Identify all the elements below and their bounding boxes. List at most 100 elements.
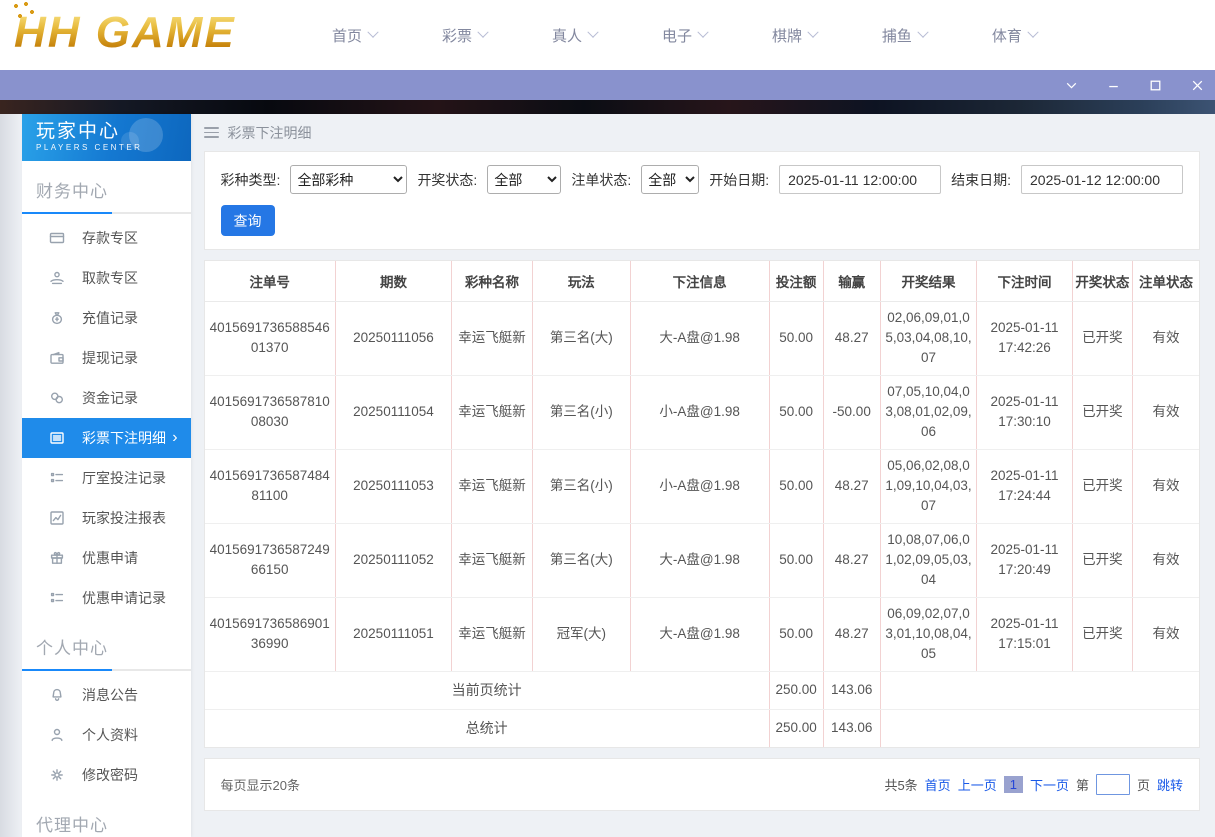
sidebar-item[interactable]: 优惠申请记录 [22, 578, 191, 618]
sidebar-sections: 财务中心存款专区取款专区 充值记录 提现记录资金记录彩票下注明细 › 厅室投注记录 玩家投… [22, 161, 191, 837]
maximize-button[interactable] [1147, 77, 1163, 93]
table-cell: 大-A盘@1.98 [630, 523, 770, 598]
table-cell: 2025-01-11 17:30:10 [976, 375, 1073, 450]
chevron-down-icon [917, 26, 929, 38]
sidebar-item-label: 存款专区 [82, 230, 138, 246]
page-title: 彩票下注明细 [227, 124, 312, 141]
table-cell: 幸运飞艇新 [451, 597, 534, 672]
table-cell: 大-A盘@1.98 [630, 301, 770, 376]
sidebar-subtitle: PLAYERS CENTER [36, 143, 143, 152]
nav-item-3[interactable]: 电子 [662, 25, 709, 46]
summary-winloss: 143.06 [823, 709, 881, 747]
sidebar-item[interactable]: 存款专区 [22, 218, 191, 258]
draw-status-select[interactable]: 全部 [487, 165, 562, 194]
sidebar-item[interactable]: 玩家投注报表 [22, 498, 191, 538]
sidebar-item-label: 资金记录 [82, 390, 138, 406]
sidebar-item[interactable]: 修改密码 [22, 755, 191, 795]
nav-item-5[interactable]: 捕鱼 [881, 25, 929, 46]
table-cell: 已开奖 [1072, 597, 1133, 672]
table-cell: 有效 [1132, 523, 1199, 598]
sidebar-item[interactable]: 个人资料 [22, 715, 191, 755]
sidebar-item[interactable]: 消息公告 [22, 675, 191, 715]
table-cell: 幸运飞艇新 [451, 449, 534, 524]
jump-link[interactable]: 跳转 [1157, 775, 1183, 794]
table-cell: 20250111052 [335, 523, 453, 598]
table-cell: 48.27 [823, 449, 881, 524]
sidebar-section-title: 财务中心 [36, 182, 108, 201]
table-cell: 已开奖 [1072, 523, 1133, 598]
table-header-row: 注单号 期数 彩种名称 玩法 下注信息 投注额 输赢 开奖结果 下注时间 开奖状态 注单状态 [204, 261, 1199, 302]
first-page-link[interactable]: 首页 [925, 775, 951, 794]
chevron-down-icon [1027, 26, 1039, 38]
table-cell: 已开奖 [1072, 449, 1133, 524]
chevron-right-icon: › [172, 429, 178, 446]
table-cell: 2025-01-11 17:20:49 [976, 523, 1073, 598]
order-status-label: 注单状态: [571, 171, 632, 188]
prev-page-link[interactable]: 上一页 [958, 775, 997, 794]
table-cell: 50.00 [769, 449, 824, 524]
total-count-label: 共5条 [884, 778, 918, 793]
table-cell: 401569173658854601370 [204, 301, 336, 376]
nav-item-label: 捕鱼 [881, 27, 912, 45]
search-button[interactable]: 查询 [220, 205, 275, 236]
nav-item-4[interactable]: 棋牌 [772, 25, 819, 46]
table-cell: 07,05,10,04,03,08,01,02,09,06 [880, 375, 978, 450]
summary-row: 总统计 250.00 143.06 [204, 709, 1199, 747]
table-cell: 48.27 [823, 597, 881, 672]
lottery-type-select[interactable]: 全部彩种 [290, 165, 408, 194]
jump-prefix-label: 第 [1075, 778, 1089, 793]
sidebar-item[interactable]: 资金记录 [22, 378, 191, 418]
gear-icon [49, 767, 65, 783]
table-cell: 50.00 [769, 301, 824, 376]
table-cell: 48.27 [823, 523, 881, 598]
start-date-input[interactable] [779, 165, 942, 194]
pager: 共5条 首页 上一页 1 下一页 第 页 跳转 [884, 774, 1183, 795]
nav-item-label: 真人 [551, 27, 582, 45]
sidebar-item[interactable]: 优惠申请 [22, 538, 191, 578]
summary-label: 总统计 [204, 709, 770, 747]
per-page-label: 每页显示20条 [220, 778, 301, 793]
sidebar-item[interactable]: 彩票下注明细 › [22, 418, 191, 458]
sidebar-item[interactable]: 提现记录 [22, 338, 191, 378]
minimize-button[interactable] [1105, 77, 1121, 93]
wallet-icon [49, 350, 65, 366]
sidebar-header: 玩家中心 PLAYERS CENTER [22, 114, 191, 161]
nav-item-0[interactable]: 首页 [332, 25, 379, 46]
next-page-link[interactable]: 下一页 [1030, 775, 1069, 794]
table-row: 401569173658690136990 20250111051 幸运飞艇新 冠军(… [204, 597, 1199, 672]
table-row: 401569173658854601370 20250111056 幸运飞艇新 第三名… [204, 301, 1199, 376]
sidebar-item[interactable]: 厅室投注记录 [22, 458, 191, 498]
table-cell: 06,09,02,07,03,01,10,08,04,05 [880, 597, 978, 672]
draw-status-label: 开奖状态: [417, 171, 478, 188]
table-cell: 05,06,02,08,01,09,10,04,03,07 [880, 449, 978, 524]
nav-item-2[interactable]: 真人 [551, 25, 599, 46]
table-cell: 20250111056 [335, 301, 453, 376]
table-cell: 2025-01-11 17:42:26 [976, 301, 1073, 376]
current-page-badge: 1 [1003, 776, 1023, 793]
table-cell: 有效 [1132, 597, 1199, 672]
table-cell: 小-A盘@1.98 [630, 375, 770, 450]
end-date-input[interactable] [1021, 165, 1183, 194]
coins-icon [49, 390, 65, 406]
menu-icon[interactable] [203, 127, 219, 138]
screen: HH GAME 首页 彩票 真人 电子 棋牌 捕鱼 体育 玩家中心 PLAYER… [0, 0, 1215, 837]
chevron-down-icon [807, 26, 819, 38]
sidebar-item[interactable]: 取款专区 [22, 258, 191, 298]
chevron-down-icon[interactable] [1063, 77, 1079, 93]
close-button[interactable] [1189, 77, 1205, 93]
sidebar-section-title: 代理中心 [36, 816, 108, 835]
breadcrumb: 彩票下注明细 [203, 114, 1200, 151]
sidebar-item[interactable]: 充值记录 [22, 298, 191, 338]
table-cell: 20250111053 [335, 449, 453, 524]
banner-strip-decoration [0, 100, 1215, 114]
site-logo[interactable]: HH GAME [12, 2, 236, 58]
order-status-select[interactable]: 全部 [641, 165, 700, 194]
table-cell: 50.00 [769, 523, 824, 598]
nav-item-1[interactable]: 彩票 [442, 25, 489, 46]
page-jump-input[interactable] [1095, 774, 1130, 795]
sidebar-item-label: 优惠申请记录 [82, 590, 166, 606]
table-cell: 幸运飞艇新 [451, 375, 534, 450]
table-cell: 第三名(小) [532, 375, 631, 450]
column-header: 下注信息 [630, 261, 770, 302]
nav-item-6[interactable]: 体育 [992, 25, 1039, 46]
